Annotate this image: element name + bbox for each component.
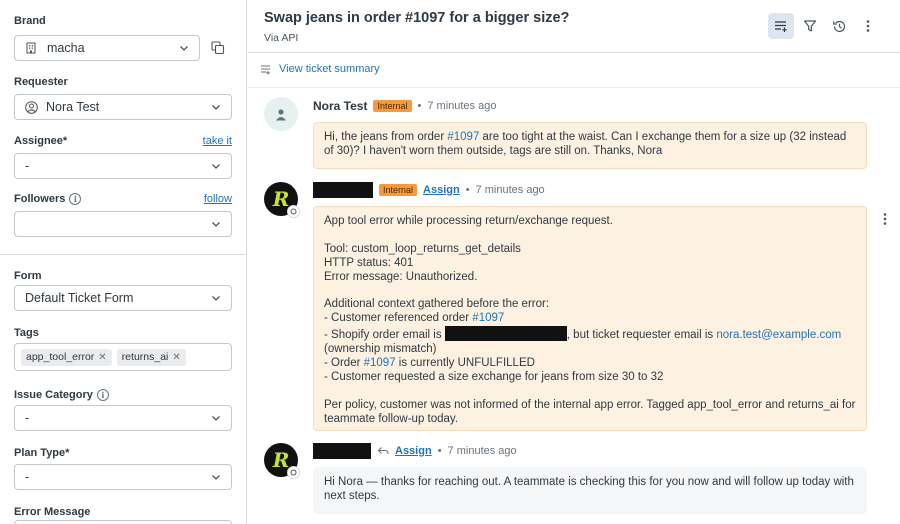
conversation-pane: Swap jeans in order #1097 for a bigger s… xyxy=(248,0,900,524)
user-circle-icon xyxy=(25,100,38,114)
followers-label-row: Followers i follow xyxy=(14,193,232,205)
ticket-channel: Via API xyxy=(264,32,299,44)
issue-category-select[interactable]: - xyxy=(14,405,232,431)
requester-value: Nora Test xyxy=(46,100,100,114)
chevron-down-icon xyxy=(180,46,188,51)
followers-select[interactable] xyxy=(14,211,232,237)
brand-value: macha xyxy=(47,41,85,55)
summary-divider xyxy=(248,87,900,88)
kebab-icon xyxy=(866,20,870,32)
chevron-down-icon xyxy=(212,296,220,301)
message-time: 7 minutes ago xyxy=(447,445,517,457)
redacted-author xyxy=(313,443,371,459)
tag-chip: returns_ai ✕ xyxy=(116,348,186,366)
plan-type-select[interactable]: - xyxy=(14,464,232,490)
take-it-link[interactable]: take it xyxy=(203,135,232,147)
message-body: Hi Nora — thanks for reaching out. A tea… xyxy=(313,467,867,514)
section-divider xyxy=(0,254,247,255)
brand-select[interactable]: macha xyxy=(14,35,200,61)
agent-avatar[interactable]: R xyxy=(264,443,300,479)
api-badge-icon xyxy=(287,466,300,479)
message-header: Assign • 7 minutes ago xyxy=(313,443,517,459)
info-icon[interactable]: i xyxy=(96,389,109,401)
redacted-author xyxy=(313,182,373,198)
form-label: Form xyxy=(14,270,42,282)
internal-badge: Internal xyxy=(379,184,418,196)
brand-label: Brand xyxy=(14,15,46,27)
filter-icon xyxy=(803,20,817,32)
chevron-down-icon xyxy=(212,222,220,227)
email-link[interactable]: nora.test@example.com xyxy=(716,329,841,341)
info-icon[interactable]: i xyxy=(69,193,82,205)
assignee-select[interactable]: - xyxy=(14,153,232,179)
error-message-field[interactable] xyxy=(14,520,232,524)
view-summary-link[interactable]: View ticket summary xyxy=(260,63,380,75)
more-options-button[interactable] xyxy=(855,13,881,39)
ticket-title: Swap jeans in order #1097 for a bigger s… xyxy=(264,10,570,26)
filter-button[interactable] xyxy=(797,13,823,39)
ticket-properties-panel: Brand macha Requester Nora Test Assignee… xyxy=(0,0,247,524)
remove-tag-icon[interactable]: ✕ xyxy=(172,352,180,363)
author-name[interactable]: Nora Test xyxy=(313,99,367,113)
message-time: 7 minutes ago xyxy=(427,100,497,112)
chevron-down-icon xyxy=(212,105,220,110)
order-link[interactable]: #1097 xyxy=(447,131,479,143)
message-kebab-icon[interactable] xyxy=(882,212,888,226)
chevron-down-icon xyxy=(212,475,220,480)
reply-icon xyxy=(377,447,389,455)
summary-list-icon xyxy=(261,64,270,74)
plan-type-label: Plan Type* xyxy=(14,447,70,459)
message-header: Nora Test Internal • 7 minutes ago xyxy=(313,99,497,113)
history-icon xyxy=(832,20,845,32)
list-add-icon xyxy=(775,21,787,32)
chevron-down-icon xyxy=(212,164,220,169)
follow-link[interactable]: follow xyxy=(204,193,232,205)
error-message-label: Error Message xyxy=(14,506,91,518)
issue-category-label: Issue Category i xyxy=(14,388,232,402)
requester-select[interactable]: Nora Test xyxy=(14,94,232,120)
chevron-down-icon xyxy=(212,416,220,421)
plan-type-value: - xyxy=(25,470,30,484)
order-link[interactable]: #1097 xyxy=(364,357,396,369)
tags-label: Tags xyxy=(14,327,39,339)
building-icon xyxy=(26,42,36,54)
tags-input[interactable]: app_tool_error ✕ returns_ai ✕ xyxy=(14,343,232,371)
api-badge-icon xyxy=(287,205,300,218)
issue-category-value: - xyxy=(25,411,30,425)
message-body: Hi, the jeans from order #1097 are too t… xyxy=(313,122,867,169)
order-link[interactable]: #1097 xyxy=(472,312,504,324)
conversation-view-button[interactable] xyxy=(768,13,794,39)
message-header: Internal Assign • 7 minutes ago xyxy=(313,182,545,198)
assign-link[interactable]: Assign xyxy=(423,184,460,196)
person-icon xyxy=(276,108,286,120)
copy-icon[interactable] xyxy=(211,41,225,55)
assign-link[interactable]: Assign xyxy=(395,445,432,457)
agent-avatar[interactable]: R xyxy=(264,182,300,218)
requester-avatar[interactable] xyxy=(264,97,298,131)
tag-chip: app_tool_error ✕ xyxy=(21,348,112,366)
message-body: App tool error while processing return/e… xyxy=(313,206,867,431)
internal-badge: Internal xyxy=(373,100,412,112)
history-button[interactable] xyxy=(826,13,852,39)
redacted-email xyxy=(444,326,567,342)
remove-tag-icon[interactable]: ✕ xyxy=(98,352,106,363)
requester-label: Requester xyxy=(14,76,68,88)
form-value: Default Ticket Form xyxy=(25,291,134,305)
message-time: 7 minutes ago xyxy=(475,184,545,196)
form-select[interactable]: Default Ticket Form xyxy=(14,285,232,311)
assignee-value: - xyxy=(25,159,30,173)
assignee-label-row: Assignee* take it xyxy=(14,135,232,147)
ticket-header: Swap jeans in order #1097 for a bigger s… xyxy=(248,0,900,53)
